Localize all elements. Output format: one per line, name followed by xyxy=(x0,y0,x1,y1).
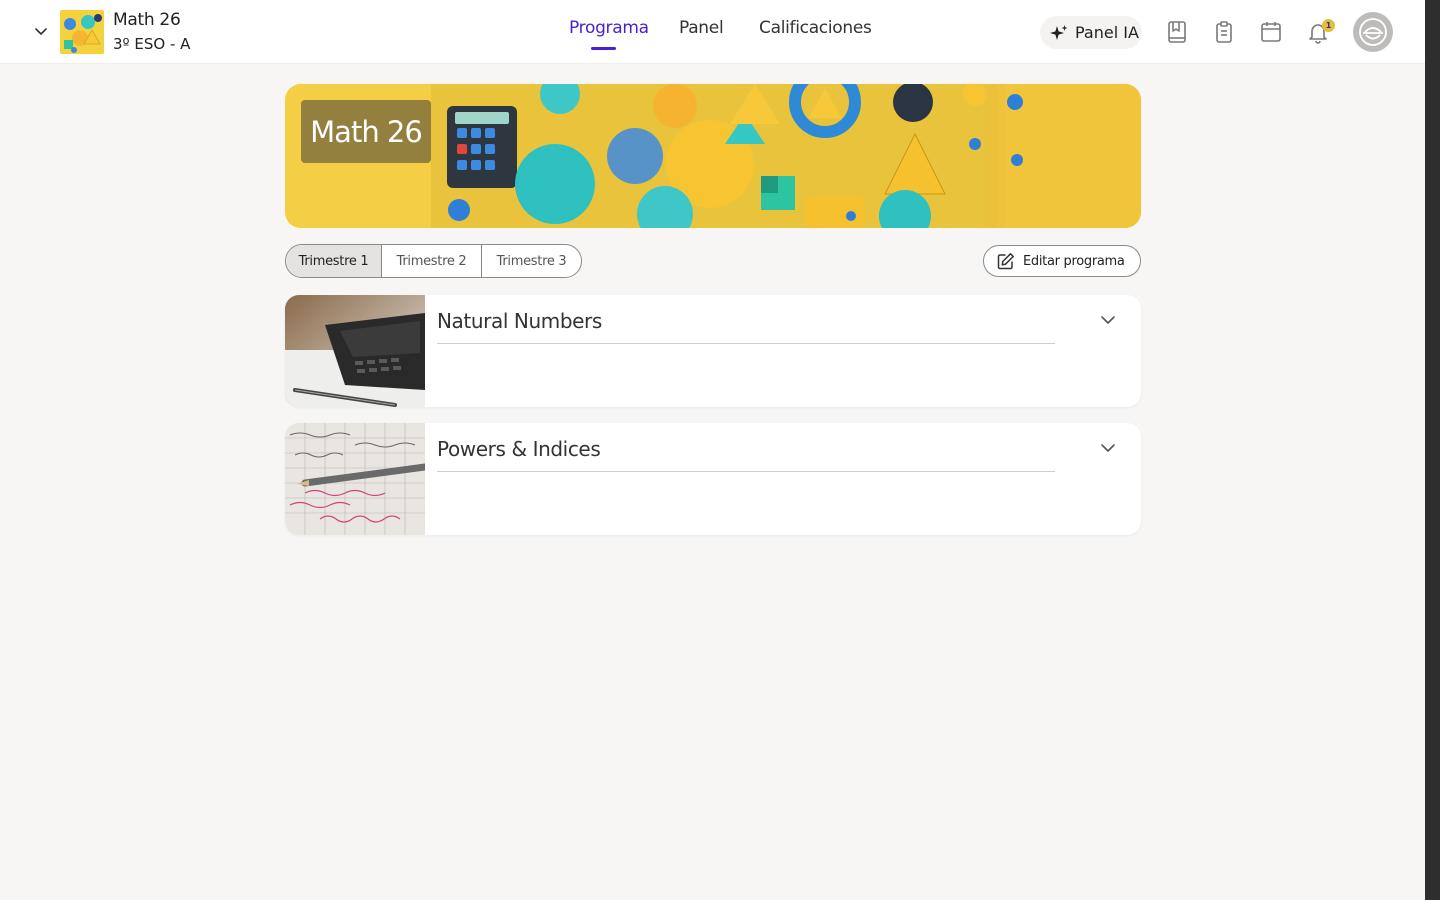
avatar-icon xyxy=(1359,18,1387,46)
ai-panel-button[interactable]: Panel IA xyxy=(1040,16,1142,49)
notification-badge: 1 xyxy=(1322,19,1335,32)
active-tab-indicator xyxy=(591,47,616,50)
edit-program-label: Editar programa xyxy=(1023,253,1125,269)
unit-thumbnail xyxy=(285,423,425,535)
banner-title-box: Math 26 xyxy=(301,100,431,163)
unit-title: Powers & Indices xyxy=(437,437,1055,472)
sparkle-icon xyxy=(1049,24,1069,42)
ai-panel-label: Panel IA xyxy=(1075,23,1139,42)
scrollbar-track[interactable] xyxy=(1425,0,1440,900)
tab-panel[interactable]: Panel xyxy=(679,18,724,38)
clipboard-icon[interactable] xyxy=(1212,20,1236,44)
unit-thumbnail xyxy=(285,295,425,407)
unit-card[interactable]: Powers & Indices xyxy=(285,423,1141,535)
tab-trimestre-3[interactable]: Trimestre 3 xyxy=(481,245,581,277)
tab-trimestre-2[interactable]: Trimestre 2 xyxy=(381,245,481,277)
edit-program-button[interactable]: Editar programa xyxy=(983,245,1141,277)
book-icon[interactable] xyxy=(1165,20,1189,44)
course-name: Math 26 xyxy=(113,10,181,30)
banner-title: Math 26 xyxy=(310,114,423,149)
tab-calificaciones[interactable]: Calificaciones xyxy=(759,18,872,38)
course-thumbnail[interactable] xyxy=(60,10,104,54)
app-window: Math 26 3º ESO - A Programa Panel Califi… xyxy=(0,0,1425,900)
tab-trimestre-1[interactable]: Trimestre 1 xyxy=(286,245,381,277)
tab-programa[interactable]: Programa xyxy=(569,18,649,38)
unit-card[interactable]: Natural Numbers xyxy=(285,295,1141,407)
chevron-down-icon[interactable] xyxy=(30,20,52,42)
avatar[interactable] xyxy=(1353,12,1393,52)
edit-icon xyxy=(996,252,1015,271)
course-group: 3º ESO - A xyxy=(113,35,191,53)
chevron-down-icon[interactable] xyxy=(1097,309,1119,331)
calendar-icon[interactable] xyxy=(1259,20,1283,44)
course-banner: Math 26 xyxy=(285,84,1141,228)
top-header: Math 26 3º ESO - A Programa Panel Califi… xyxy=(0,0,1425,64)
term-tabs: Trimestre 1 Trimestre 2 Trimestre 3 xyxy=(285,244,582,278)
unit-title: Natural Numbers xyxy=(437,309,1055,344)
chevron-down-icon[interactable] xyxy=(1097,437,1119,459)
